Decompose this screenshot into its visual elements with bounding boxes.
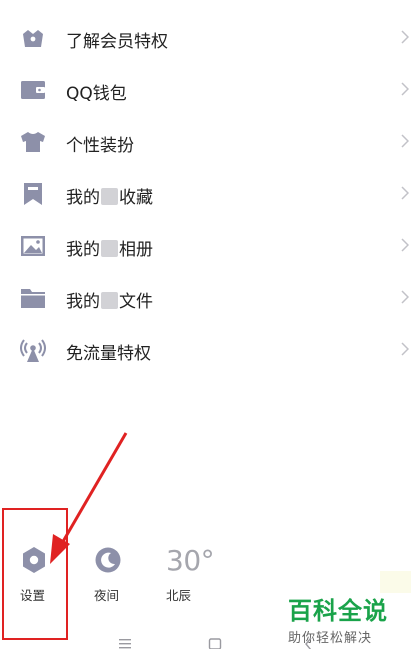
menu-item-qq-wallet[interactable]: QQ钱包 xyxy=(0,64,411,116)
blurred-mask xyxy=(101,240,118,257)
menu-item-files[interactable]: 我的 文件 xyxy=(0,272,411,324)
menu-label: 我的 文件 xyxy=(66,292,153,312)
menu-label: QQ钱包 xyxy=(66,84,127,104)
blurred-mask xyxy=(101,188,118,205)
menu-item-personalize[interactable]: 个性装扮 xyxy=(0,116,411,168)
annotation-highlight-box xyxy=(2,508,68,640)
weather-city: 北辰 xyxy=(166,588,192,603)
menu-item-album[interactable]: 我的 相册 xyxy=(0,220,411,272)
night-label: 夜间 xyxy=(94,588,120,603)
moon-icon xyxy=(95,547,121,573)
back-chevron-icon[interactable] xyxy=(302,637,316,649)
bookmark-icon xyxy=(24,183,42,205)
chevron-right-icon xyxy=(401,82,409,96)
menu-label: 我的 相册 xyxy=(66,240,153,260)
menu-label: 了解会员特权 xyxy=(66,32,168,52)
chevron-right-icon xyxy=(401,342,409,356)
signal-tower-icon xyxy=(20,339,46,362)
watermark-title: 百科全说 xyxy=(288,597,388,625)
chevron-right-icon xyxy=(401,186,409,200)
blurred-mask xyxy=(101,292,118,309)
menu-lines-icon[interactable] xyxy=(118,637,132,649)
chevron-right-icon xyxy=(401,238,409,252)
weather-temperature: 30° xyxy=(166,544,215,577)
chevron-right-icon xyxy=(401,30,409,44)
folder-icon xyxy=(21,289,45,308)
photo-icon xyxy=(21,236,45,256)
background-tint xyxy=(380,571,411,593)
crown-basket-icon xyxy=(23,30,43,47)
wallet-icon xyxy=(21,81,45,99)
night-mode-button[interactable]: 夜间 xyxy=(94,546,124,606)
menu-item-membership[interactable]: 了解会员特权 xyxy=(0,12,411,64)
tshirt-icon xyxy=(21,132,45,152)
chevron-right-icon xyxy=(401,134,409,148)
chevron-right-icon xyxy=(401,290,409,304)
home-square-icon[interactable] xyxy=(208,637,222,649)
menu-item-favorites[interactable]: 我的 收藏 xyxy=(0,168,411,220)
menu-item-free-data[interactable]: 免流量特权 xyxy=(0,324,411,376)
menu-label: 个性装扮 xyxy=(66,136,134,156)
menu-label: 免流量特权 xyxy=(66,344,151,364)
menu-label: 我的 收藏 xyxy=(66,188,153,208)
system-nav-bar xyxy=(0,636,411,650)
